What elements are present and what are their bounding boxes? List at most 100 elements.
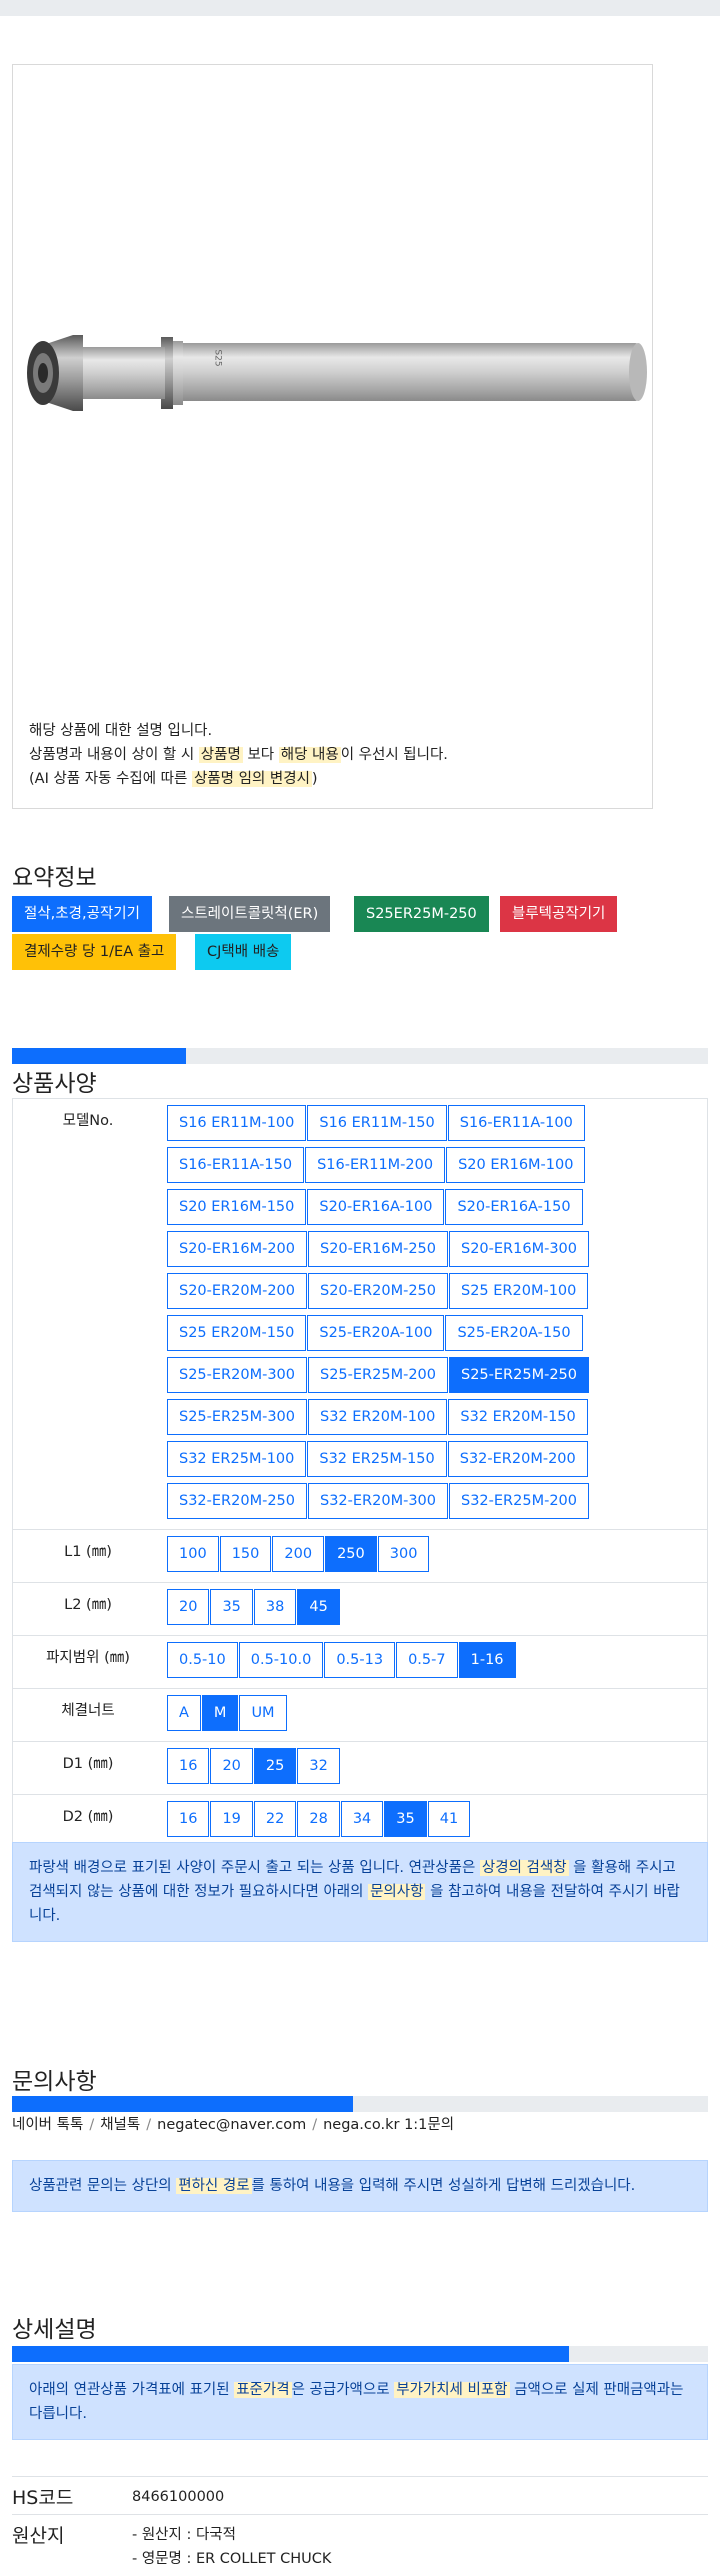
spec-option[interactable]: S25-ER20M-300 [167, 1357, 307, 1393]
desc-line-1: 해당 상품에 대한 설명 입니다. [29, 723, 213, 739]
desc-highlight: 상품명 임의 변경시 [191, 771, 312, 787]
spec-option[interactable]: S20-ER16M-300 [449, 1231, 589, 1267]
spec-option[interactable]: A [167, 1695, 201, 1731]
spec-option[interactable]: S25-ER20A-150 [445, 1315, 583, 1351]
spec-option[interactable]: S16-ER11A-100 [447, 1105, 585, 1141]
notice-text: 아래의 연관상품 가격표에 표기된 [29, 2382, 230, 2398]
spec-option-selected[interactable]: 35 [384, 1801, 427, 1837]
hs-code-value: 8466100000 [132, 2489, 225, 2505]
spec-row: 모델No. S16 ER11M-100 S16 ER11M-150 S16-ER11A… [13, 1099, 707, 1530]
spec-option-selected[interactable]: 250 [325, 1536, 377, 1572]
spec-option[interactable]: S20-ER20M-200 [167, 1273, 307, 1309]
summary-title: 요약정보 [12, 865, 97, 891]
channel-email[interactable]: negatec@naver.com [157, 2117, 306, 2133]
inquiry-title: 문의사항 [12, 2069, 97, 2095]
spec-option[interactable]: 20 [167, 1589, 210, 1625]
spec-option[interactable]: 19 [210, 1801, 253, 1837]
spec-option[interactable]: 0.5-13 [324, 1642, 396, 1678]
spec-option[interactable]: S25 ER20M-150 [167, 1315, 307, 1351]
spec-option[interactable]: 20 [210, 1748, 253, 1784]
separator: / [312, 2117, 318, 2133]
spec-option[interactable]: 0.5-7 [396, 1642, 458, 1678]
spec-option-selected[interactable]: M [201, 1695, 239, 1731]
desc-line-3: (AI 상품 자동 수집에 따른 상품명 임의 변경시) [29, 767, 639, 791]
channel-naver-talk[interactable]: 네이버 톡톡 [12, 2117, 83, 2133]
spec-option[interactable]: S20-ER16A-100 [307, 1189, 445, 1225]
channel-channeltalk[interactable]: 채널톡 [100, 2117, 140, 2133]
engraving-label: S25 [212, 349, 223, 367]
notice-highlight: 편하신 경로 [176, 2178, 252, 2194]
spec-option[interactable]: S16-ER11A-150 [167, 1147, 305, 1183]
notice-text: 은 공급가액으로 [291, 2382, 390, 2398]
desc-line-2: 상품명과 내용이 상이 할 시 상품명 보다 해당 내용 이 우선시 됩니다. [29, 743, 639, 767]
spec-option[interactable]: 34 [340, 1801, 384, 1837]
spec-option[interactable]: 100 [167, 1536, 219, 1572]
spec-option[interactable]: S32-ER25M-200 [449, 1483, 589, 1519]
spec-options: 20 35 38 45 [167, 1583, 667, 1635]
detail-progress [12, 2346, 708, 2362]
spec-option[interactable]: S20-ER20M-250 [308, 1273, 448, 1309]
spec-option[interactable]: S25-ER20A-100 [307, 1315, 445, 1351]
desc-highlight: 상품명 [198, 747, 243, 763]
spec-label: L2 (㎜) [64, 1597, 112, 1613]
origin-row: 원산지 - 원산지 : 다국적 - 영문명 : ER COLLET CHUCK [12, 2514, 708, 2567]
spec-label: 체결너트 [61, 1703, 115, 1719]
spec-option[interactable]: S25 ER20M-100 [449, 1273, 589, 1309]
spec-option-selected[interactable]: S25-ER25M-250 [449, 1357, 589, 1393]
badge-shipping: CJ택배 배송 [195, 934, 292, 970]
spec-option[interactable]: 22 [253, 1801, 297, 1837]
spec-option[interactable]: S16-ER11M-200 [305, 1147, 446, 1183]
top-bar [0, 0, 720, 16]
desc-text: 상품명과 내용이 상이 할 시 [29, 747, 195, 763]
notice-text: 를 통하여 내용을 입력해 주시면 성실하게 답변해 드리겠습니다. [251, 2178, 636, 2194]
spec-option[interactable]: 32 [297, 1748, 340, 1784]
spec-option-selected[interactable]: 45 [297, 1589, 340, 1625]
spec-option[interactable]: 300 [377, 1536, 430, 1572]
spec-option[interactable]: S32 ER20M-100 [308, 1399, 448, 1435]
detail-progress-fill [12, 2346, 569, 2362]
spec-options: 16 20 25 32 [167, 1742, 667, 1794]
spec-row: D1 (㎜) 16 20 25 32 [13, 1742, 707, 1795]
spec-option[interactable]: S32 ER25M-100 [167, 1441, 307, 1477]
spec-option[interactable]: 200 [272, 1536, 325, 1572]
desc-text: (AI 상품 자동 수집에 따른 [29, 771, 188, 787]
spec-option[interactable]: 0.5-10.0 [238, 1642, 324, 1678]
spec-option[interactable]: S16 ER11M-100 [167, 1105, 307, 1141]
spec-option[interactable]: S20 ER16M-100 [446, 1147, 586, 1183]
spec-option[interactable]: S32 ER25M-150 [307, 1441, 447, 1477]
origin-line-2: - 영문명 : ER COLLET CHUCK [132, 2551, 332, 2567]
spec-option[interactable]: S16 ER11M-150 [307, 1105, 447, 1141]
spec-option[interactable]: S25-ER25M-200 [308, 1357, 448, 1393]
spec-option[interactable]: 38 [253, 1589, 297, 1625]
spec-label: L1 (㎜) [64, 1544, 112, 1560]
notice-highlight: 문의사항 [368, 1884, 426, 1900]
spec-option[interactable]: 41 [427, 1801, 471, 1837]
spec-option[interactable]: 16 [167, 1748, 210, 1784]
collet-chuck-image [27, 335, 647, 411]
spec-option[interactable]: 150 [219, 1536, 272, 1572]
spec-option[interactable]: S20 ER16M-150 [167, 1189, 307, 1225]
spec-option[interactable]: S32-ER20M-300 [308, 1483, 448, 1519]
spec-option-selected[interactable]: 25 [253, 1748, 297, 1784]
spec-option[interactable]: UM [239, 1695, 287, 1731]
spec-label: 파지범위 (㎜) [46, 1650, 130, 1666]
spec-option[interactable]: S25-ER25M-300 [167, 1399, 307, 1435]
spec-option[interactable]: 35 [210, 1589, 253, 1625]
spec-option[interactable]: S20-ER16A-150 [445, 1189, 583, 1225]
spec-option[interactable]: 28 [297, 1801, 340, 1837]
spec-progress [12, 1048, 708, 1064]
spec-row: 체결너트 A M UM [13, 1689, 707, 1742]
spec-option[interactable]: S20-ER16M-200 [167, 1231, 307, 1267]
spec-option[interactable]: 16 [167, 1801, 210, 1837]
channel-site-inquiry[interactable]: nega.co.kr 1:1문의 [323, 2117, 454, 2133]
hs-code-label: HS코드 [12, 2487, 74, 2509]
badge-model: S25ER25M-250 [354, 896, 489, 932]
spec-option[interactable]: S32-ER20M-250 [167, 1483, 307, 1519]
product-image-card: S25 해당 상품에 대한 설명 입니다. 상품명과 내용이 상이 할 시 상품… [12, 64, 653, 809]
spec-option[interactable]: 0.5-10 [167, 1642, 238, 1678]
spec-option[interactable]: S20-ER16M-250 [308, 1231, 448, 1267]
spec-option[interactable]: S32-ER20M-200 [447, 1441, 588, 1477]
spec-option-selected[interactable]: 1-16 [458, 1642, 516, 1678]
desc-text: ) [311, 771, 318, 787]
spec-option[interactable]: S32 ER20M-150 [448, 1399, 588, 1435]
